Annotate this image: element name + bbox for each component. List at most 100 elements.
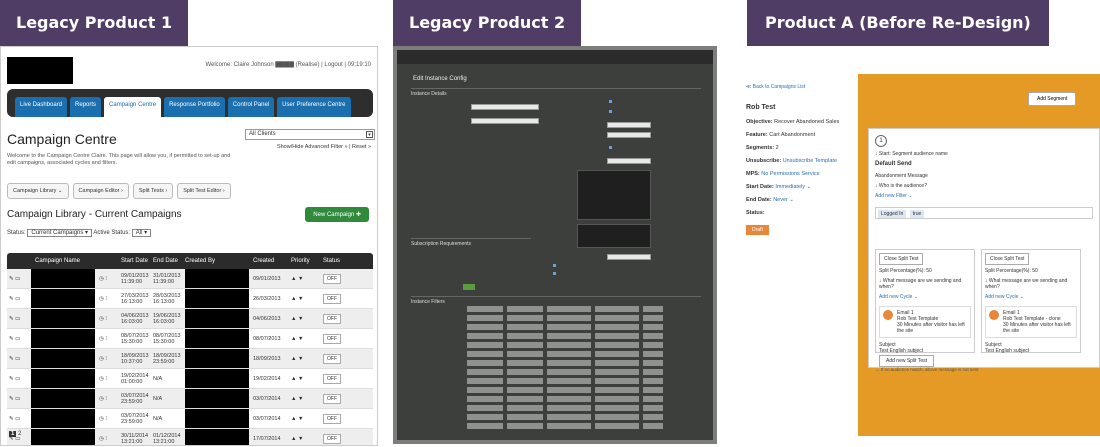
edit-icon[interactable]: ✎ ▭: [7, 276, 31, 282]
table-row[interactable]: ✎ ▭ ◷ ⁝ 09/01/2013 11:39:00 31/01/2013 11:3…: [7, 269, 373, 289]
add-cycle-link[interactable]: Add new Cycle ⌄: [985, 294, 1077, 300]
status-toggle[interactable]: OFF: [323, 273, 341, 284]
created-by-redacted: [185, 349, 249, 368]
status-toggle[interactable]: OFF: [323, 313, 341, 324]
page-1-link[interactable]: 1: [9, 431, 17, 437]
nav-control-panel[interactable]: Control Panel: [227, 97, 275, 117]
filter-row[interactable]: [467, 306, 683, 312]
table-row[interactable]: ✎ ▭ ◷ ⁝ 27/03/2013 16:13:00 28/03/2013 16:1…: [7, 289, 373, 309]
page-2-link[interactable]: 2: [18, 431, 21, 437]
status-toggle[interactable]: OFF: [323, 333, 341, 344]
priority-arrows[interactable]: ▲ ▼: [287, 376, 321, 382]
table-row[interactable]: ✎ ▭ ◷ ⁝ 19/02/2014 01:00:00 N/A 19/02/2014 ▲ …: [7, 369, 373, 389]
email-item[interactable]: Email 1 Rob Test Template - clone 30 Minut…: [985, 306, 1077, 338]
edit-icon[interactable]: ✎ ▭: [7, 356, 31, 362]
status-toggle[interactable]: OFF: [323, 433, 341, 444]
save-button[interactable]: [463, 284, 475, 290]
filter-row[interactable]: [467, 423, 683, 429]
nav-live-dashboard[interactable]: Live Dashboard: [15, 97, 68, 117]
back-link[interactable]: ≪ Back to Campaigns List: [746, 84, 858, 90]
nav-campaign-centre[interactable]: Campaign Centre: [104, 97, 162, 117]
checkbox[interactable]: [553, 264, 556, 267]
filter-row[interactable]: [467, 396, 683, 402]
priority-arrows[interactable]: ▲ ▼: [287, 276, 321, 282]
edit-icon[interactable]: ✎ ▭: [7, 316, 31, 322]
client-select[interactable]: All Clients ▾: [245, 129, 375, 140]
table-row[interactable]: ✎ ▭ ◷ ⁝ 30/11/2014 13:21:00 01/12/2014 13:2…: [7, 429, 373, 445]
edit-icon[interactable]: ✎ ▭: [7, 336, 31, 342]
text-input[interactable]: [607, 158, 651, 164]
edit-icon[interactable]: ✎ ▭: [7, 376, 31, 382]
nav-user-preference-centre[interactable]: User Preference Centre: [277, 97, 351, 117]
campaign-editor-button[interactable]: Campaign Editor ›: [72, 183, 129, 199]
status-toggle[interactable]: OFF: [323, 413, 341, 424]
status-toggle[interactable]: OFF: [323, 353, 341, 364]
close-split-button[interactable]: Close Split Test: [985, 253, 1030, 265]
text-input[interactable]: [471, 104, 539, 110]
add-cycle-link[interactable]: Add new Cycle ⌄: [879, 294, 971, 300]
status-toggle[interactable]: OFF: [323, 293, 341, 304]
status-toggle[interactable]: OFF: [323, 393, 341, 404]
filter-row[interactable]: [467, 405, 683, 411]
label-legacy-product-2: Legacy Product 2: [393, 0, 582, 46]
filter-row[interactable]: [467, 369, 683, 375]
filter-row[interactable]: [467, 315, 683, 321]
table-row[interactable]: ✎ ▭ ◷ ⁝ 03/07/2014 23:59:00 N/A 03/07/2014 ▲ …: [7, 409, 373, 429]
priority-arrows[interactable]: ▲ ▼: [287, 436, 321, 442]
campaign-library-button[interactable]: Campaign Library ⌄: [7, 183, 69, 199]
nav-response-portfolio[interactable]: Response Portfolio: [164, 97, 225, 117]
filter-row[interactable]: [467, 414, 683, 420]
edit-icon[interactable]: ✎ ▭: [7, 296, 31, 302]
filter-row[interactable]: [467, 342, 683, 348]
priority-arrows[interactable]: ▲ ▼: [287, 416, 321, 422]
split-tests-button[interactable]: Split Tests ›: [132, 183, 174, 199]
radio-input[interactable]: [609, 146, 612, 149]
checkbox[interactable]: [553, 272, 556, 275]
filter-row[interactable]: [467, 387, 683, 393]
priority-arrows[interactable]: ▲ ▼: [287, 396, 321, 402]
draft-button[interactable]: Draft: [746, 225, 769, 235]
table-row[interactable]: ✎ ▭ ◷ ⁝ 18/09/2013 10:37:00 18/09/2013 23:5…: [7, 349, 373, 369]
section-title: Campaign Library - Current Campaigns: [7, 209, 182, 220]
filter-chip[interactable]: true: [909, 210, 925, 218]
radio-input[interactable]: [609, 110, 612, 113]
status-select[interactable]: Current Campaigns ▾: [27, 229, 93, 237]
mps-link[interactable]: No Permissions Service: [761, 171, 819, 177]
text-input[interactable]: [471, 118, 539, 124]
edit-icon[interactable]: ✎ ▭: [7, 416, 31, 422]
table-row[interactable]: ✎ ▭ ◷ ⁝ 08/07/2013 15:30:00 08/07/2013 15:3…: [7, 329, 373, 349]
end-date-select[interactable]: Never ⌄: [773, 197, 794, 203]
filter-chip[interactable]: Logged In: [878, 210, 907, 218]
filter-row[interactable]: [467, 378, 683, 384]
table-row[interactable]: ✎ ▭ ◷ ⁝ 04/06/2013 16:03:00 19/06/2013 16:0…: [7, 309, 373, 329]
priority-arrows[interactable]: ▲ ▼: [287, 336, 321, 342]
active-status-select[interactable]: All ▾: [131, 229, 152, 237]
nav-reports[interactable]: Reports: [70, 97, 102, 117]
status-toggle[interactable]: OFF: [323, 373, 341, 384]
start-date-select[interactable]: Immediately ⌄: [775, 184, 811, 190]
table-row[interactable]: ✎ ▭ ◷ ⁝ 03/07/2014 23:59:00 N/A 03/07/2014 ▲ …: [7, 389, 373, 409]
priority-arrows[interactable]: ▲ ▼: [287, 356, 321, 362]
email-item[interactable]: Email 1 Rob Test Template 30 Minutes after…: [879, 306, 971, 338]
filter-row[interactable]: [467, 324, 683, 330]
text-input[interactable]: [607, 132, 651, 138]
add-segment-button[interactable]: Add Segment: [1028, 92, 1077, 106]
priority-arrows[interactable]: ▲ ▼: [287, 316, 321, 322]
add-split-test-button[interactable]: Add new Split Test: [879, 355, 935, 367]
add-filter-link[interactable]: Add new Filter ⌄: [875, 193, 1093, 199]
filter-row[interactable]: [467, 333, 683, 339]
radio-input[interactable]: [609, 100, 612, 103]
advanced-filter-link[interactable]: Show/Hide Advanced Filter » | Reset »: [277, 144, 371, 150]
priority-arrows[interactable]: ▲ ▼: [287, 296, 321, 302]
created-by-redacted: [185, 329, 249, 348]
close-split-button[interactable]: Close Split Test: [879, 253, 924, 265]
filter-row[interactable]: [467, 360, 683, 366]
edit-icon[interactable]: ✎ ▭: [7, 396, 31, 402]
text-input[interactable]: [607, 122, 651, 128]
new-campaign-button[interactable]: New Campaign ✚: [305, 207, 369, 222]
text-input[interactable]: [607, 254, 651, 260]
filter-row[interactable]: [467, 351, 683, 357]
created-by-redacted: [185, 409, 249, 428]
split-test-editor-button[interactable]: Split Test Editor ›: [177, 183, 231, 199]
unsubscribe-link[interactable]: Unsubscribe Template: [783, 158, 837, 164]
